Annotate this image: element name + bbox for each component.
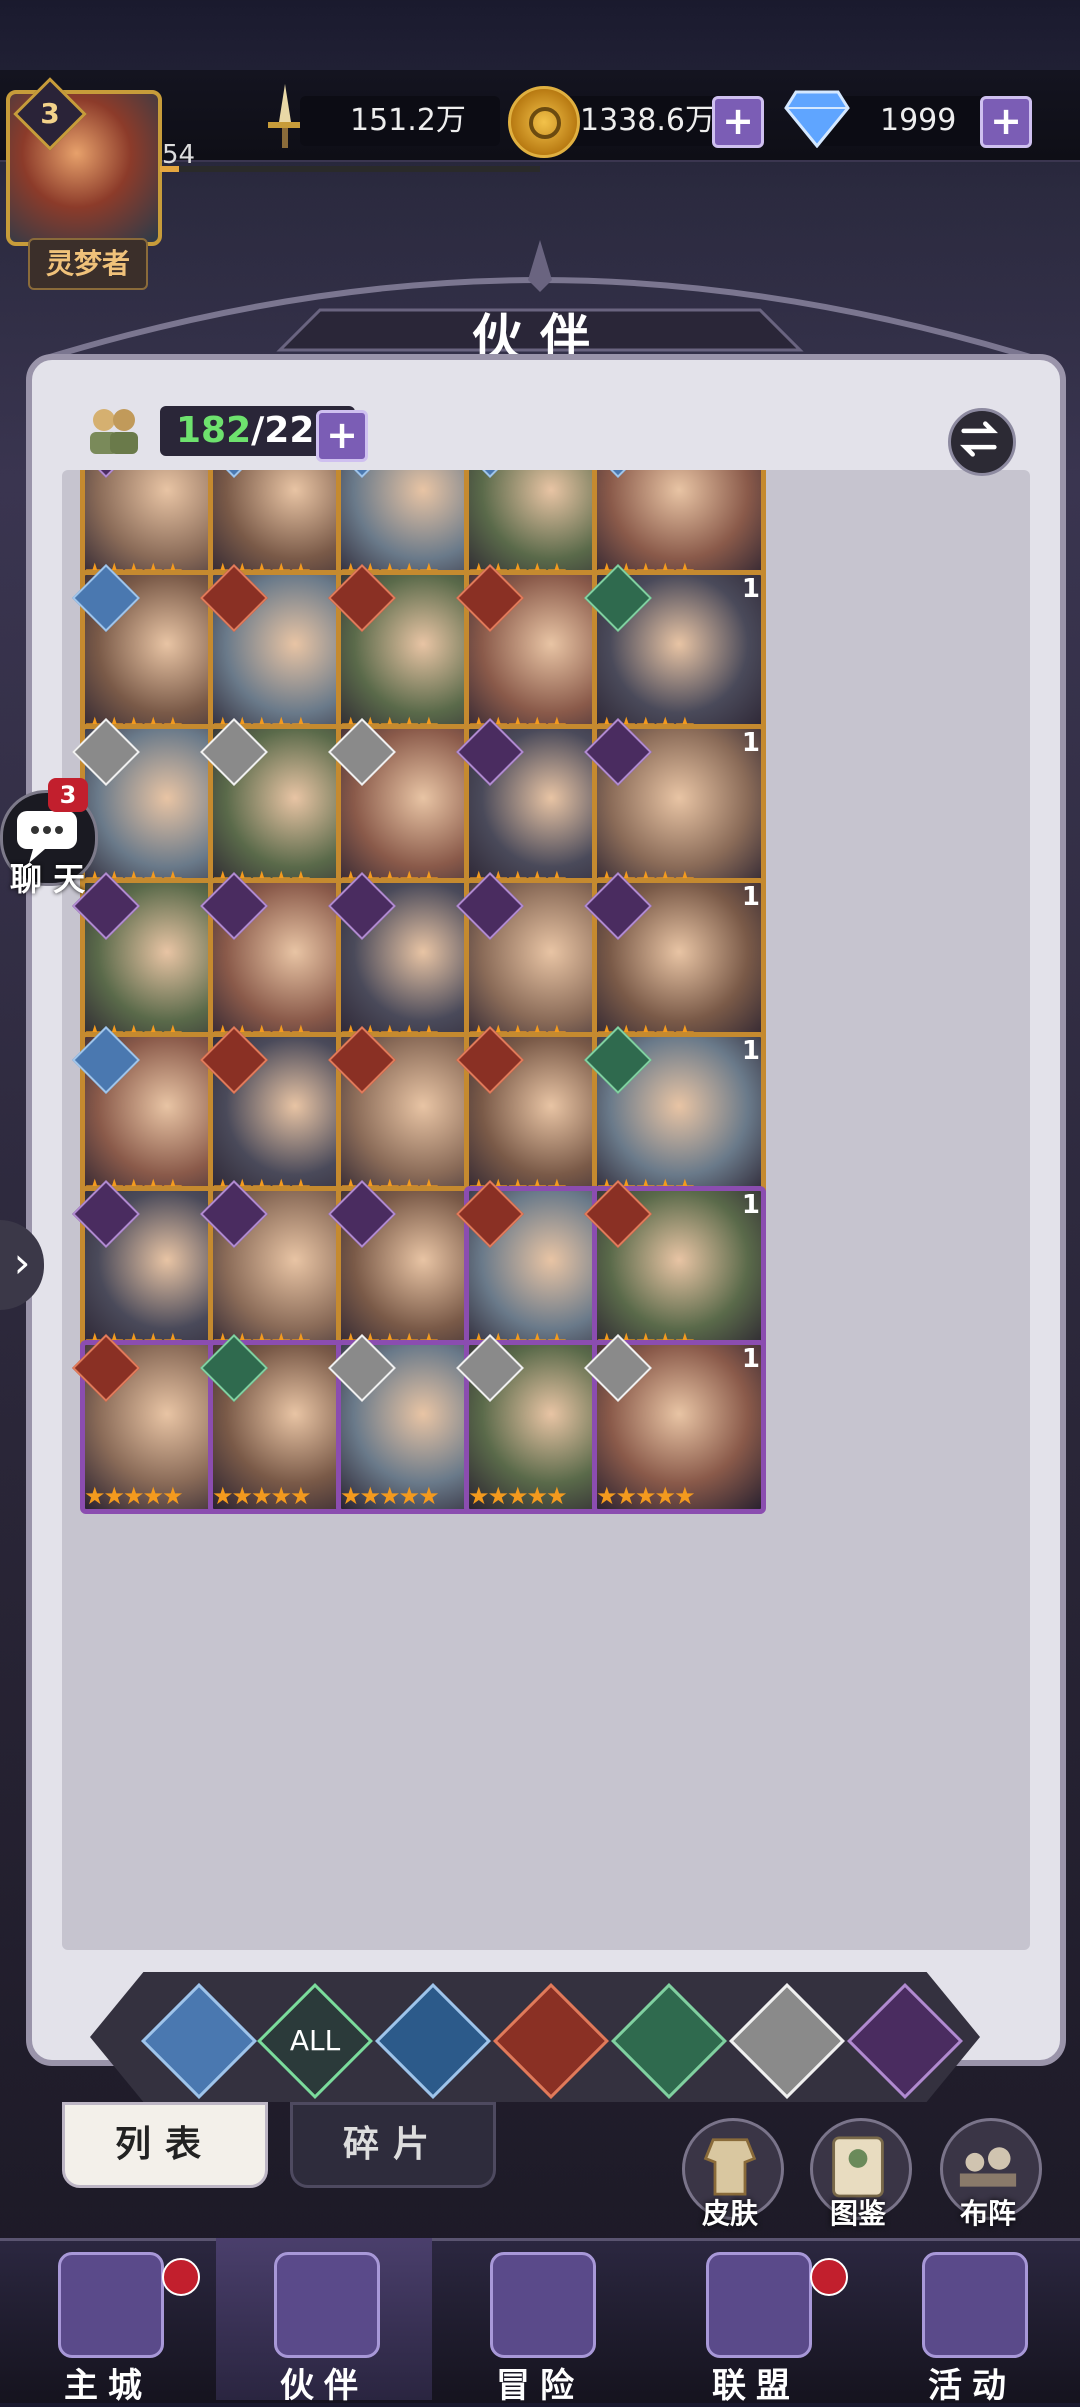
water-element-icon <box>161 2003 237 2079</box>
water2-element-icon <box>395 2003 471 2079</box>
formation-label: 布阵 <box>959 2197 1016 2230</box>
diamond-icon <box>784 90 850 148</box>
gold-value: 1338.6万 <box>580 103 715 138</box>
add-gold-button[interactable]: + <box>712 96 764 148</box>
wind-element-icon <box>631 2003 707 2079</box>
gold-coin-icon <box>508 86 580 158</box>
partner-count: 1 <box>741 882 760 912</box>
fire-element-icon <box>513 2003 589 2079</box>
star-rating-icon: ★★★★★ <box>596 1482 696 1510</box>
partner-count: 1 <box>741 1036 760 1066</box>
light-element-icon <box>749 2003 825 2079</box>
partner-count: 1 <box>741 574 760 604</box>
tab-list[interactable]: 列表 <box>62 2102 268 2188</box>
xp-bar <box>160 166 540 172</box>
add-gems-button[interactable]: + <box>980 96 1032 148</box>
xp-bar-fill <box>160 166 179 172</box>
wizard-hat-icon <box>274 2252 380 2358</box>
partner-grid: ★★★★★黑龙魔女1★★★★★拇指姑娘1★★★★★拇指姑娘1★★★★★拇指姑娘1… <box>62 470 1030 1950</box>
filter-all-label: ALL <box>289 2024 341 2057</box>
roster-current: 182 <box>176 410 252 451</box>
partner-grid-area[interactable]: ★★★★★黑龙魔女1★★★★★拇指姑娘1★★★★★拇指姑娘1★★★★★拇指姑娘1… <box>62 470 1030 1950</box>
power-value: 151.2万 <box>350 103 466 138</box>
power-display: 151.2万 <box>300 96 500 146</box>
dark-element-icon <box>867 2003 943 2079</box>
people-icon <box>90 409 138 454</box>
gem-value: 1999 <box>880 103 957 138</box>
partner-panel: ★★★★★黑龙魔女1★★★★★拇指姑娘1★★★★★拇指姑娘1★★★★★拇指姑娘1… <box>26 354 1066 2066</box>
tab-fragments[interactable]: 碎片 <box>290 2102 496 2188</box>
sort-swap-button[interactable] <box>948 408 1016 476</box>
compass-icon <box>490 2252 596 2358</box>
notification-dot <box>162 2258 200 2296</box>
shield-icon <box>706 2252 812 2358</box>
nav-1[interactable]: 伙伴 <box>216 2238 432 2406</box>
partner-count: 1 <box>741 1344 760 1374</box>
nav-0[interactable]: 主城 <box>0 2238 216 2406</box>
partner-card[interactable]: 1 ★★★★★ <box>584 1334 766 1514</box>
castle-icon <box>58 2252 164 2358</box>
codex-label: 图鉴 <box>829 2197 886 2230</box>
expand-roster-button[interactable]: + <box>316 410 368 462</box>
chat-unread-badge: 3 <box>48 778 88 812</box>
cards-icon <box>922 2252 1028 2358</box>
skin-label: 皮肤 <box>701 2197 758 2230</box>
nav-3[interactable]: 联盟 <box>648 2238 864 2406</box>
nav-4[interactable]: 活动 <box>864 2238 1080 2406</box>
swap-arrows-icon <box>960 421 998 457</box>
chat-label: 聊 天 <box>10 860 86 898</box>
notification-dot <box>810 2258 848 2296</box>
partner-count: 1 <box>741 1190 760 1220</box>
nav-2[interactable]: 冒险 <box>432 2238 648 2406</box>
partner-count: 1 <box>741 728 760 758</box>
